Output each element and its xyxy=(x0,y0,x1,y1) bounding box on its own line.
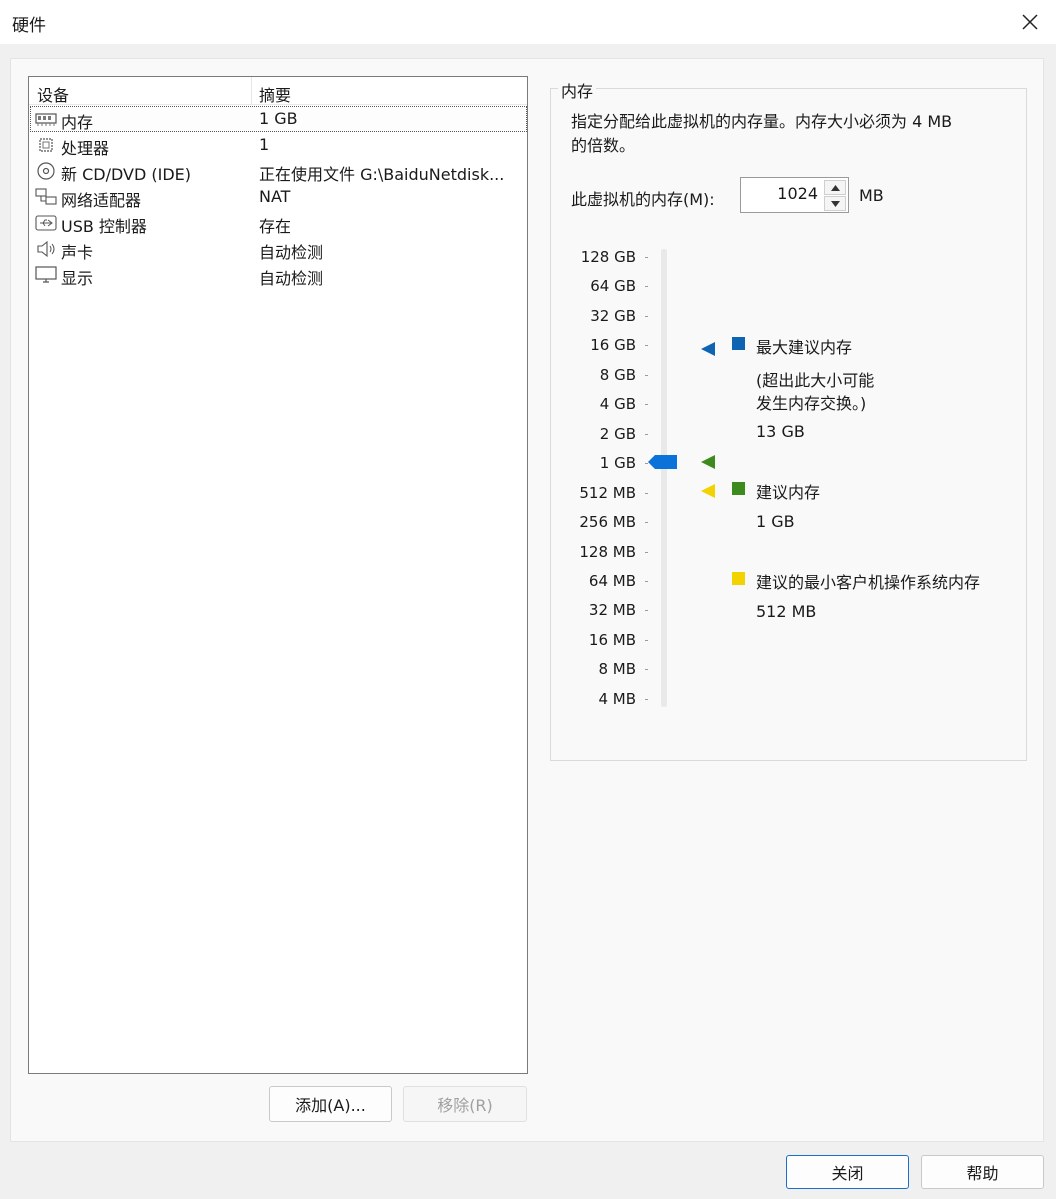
arrow-down-icon xyxy=(830,200,840,207)
device-list[interactable]: 设备 摘要 内存 1 GB 处理器 1 新 CD/DVD (IDE) 正在使用文… xyxy=(28,76,528,1074)
scale-tick-mark xyxy=(645,698,648,700)
recommended-legend-title: 建议内存 xyxy=(756,483,821,502)
device-summary: NAT xyxy=(259,187,291,206)
scale-tick-mark xyxy=(645,610,648,612)
memory-unit: MB xyxy=(859,186,884,205)
device-summary: 1 xyxy=(259,135,270,154)
scale-tick-mark xyxy=(645,404,648,406)
scale-tick-label: 8 GB xyxy=(599,365,636,384)
device-summary: 1 GB xyxy=(259,109,298,128)
scale-tick-mark xyxy=(645,286,648,288)
device-row-memory[interactable]: 内存 1 GB xyxy=(30,106,527,132)
scale-tick-label: 2 GB xyxy=(599,424,636,443)
recommended-marker-icon xyxy=(701,455,715,469)
scale-tick-label: 256 MB xyxy=(579,513,636,532)
close-window-button[interactable] xyxy=(1016,8,1044,36)
scale-tick-mark xyxy=(645,551,648,553)
device-row-cd-dvd[interactable]: 新 CD/DVD (IDE) 正在使用文件 G:\BaiduNetdisk... xyxy=(31,159,526,184)
scale-tick-label: 32 MB xyxy=(588,601,636,620)
speaker-icon xyxy=(37,240,55,258)
device-summary: 自动检测 xyxy=(259,243,324,262)
max-legend-note-2: 发生内存交换。) xyxy=(756,394,867,413)
remove-device-button[interactable]: 移除(R) xyxy=(403,1086,527,1122)
memory-value[interactable]: 1024 xyxy=(777,184,818,203)
device-row-usb[interactable]: USB 控制器 存在 xyxy=(31,211,526,236)
scale-tick-label: 64 GB xyxy=(590,277,636,296)
minimum-legend-value: 512 MB xyxy=(756,602,817,621)
scale-tick-label: 128 MB xyxy=(579,542,636,561)
scale-tick-mark xyxy=(645,433,648,435)
scale-tick-mark xyxy=(645,639,648,641)
scale-tick-mark xyxy=(645,580,648,582)
column-header-device[interactable]: 设备 xyxy=(37,82,69,106)
scale-tick-label: 4 MB xyxy=(598,689,636,708)
device-summary: 自动检测 xyxy=(259,269,324,288)
scale-tick-label: 512 MB xyxy=(579,483,636,502)
scale-tick-label: 128 GB xyxy=(580,248,636,266)
device-row-sound[interactable]: 声卡 自动检测 xyxy=(31,237,526,262)
max-legend-value: 13 GB xyxy=(756,422,805,441)
max-legend-note-1: (超出此大小可能 xyxy=(756,371,875,390)
max-legend-swatch xyxy=(732,337,745,350)
scale-tick-mark xyxy=(645,257,648,258)
device-name: 新 CD/DVD (IDE) xyxy=(61,165,191,184)
device-summary: 存在 xyxy=(259,217,292,236)
usb-icon xyxy=(35,215,57,231)
memory-slider-thumb[interactable] xyxy=(648,454,678,470)
scale-tick-label: 16 GB xyxy=(590,336,636,355)
window-title: 硬件 xyxy=(12,16,46,36)
device-name: 声卡 xyxy=(61,243,94,262)
recommended-legend-value: 1 GB xyxy=(756,512,795,531)
processor-icon xyxy=(39,138,53,152)
scale-tick-label: 1 GB xyxy=(599,454,636,473)
max-recommended-marker-icon xyxy=(701,342,715,356)
device-row-network[interactable]: 网络适配器 NAT xyxy=(31,185,526,210)
arrow-up-icon xyxy=(830,184,840,191)
scale-tick-mark xyxy=(645,669,648,671)
scale-tick-mark xyxy=(645,492,648,494)
spin-down-button[interactable] xyxy=(824,196,846,211)
device-name: 显示 xyxy=(61,269,94,288)
scale-tick-mark xyxy=(645,315,648,317)
minimum-legend-title: 建议的最小客户机操作系统内存 xyxy=(756,573,981,592)
monitor-icon xyxy=(35,266,57,283)
device-name: USB 控制器 xyxy=(61,217,147,236)
close-button[interactable]: 关闭 xyxy=(786,1155,909,1189)
memory-field-label: 此虚拟机的内存(M): xyxy=(571,190,715,209)
column-header-summary[interactable]: 摘要 xyxy=(259,82,291,106)
device-summary: 正在使用文件 G:\BaiduNetdisk... xyxy=(259,165,505,184)
cd-dvd-icon xyxy=(37,162,55,180)
scale-tick-mark xyxy=(645,345,648,347)
memory-group-title: 内存 xyxy=(558,78,597,102)
scale-tick-label: 4 GB xyxy=(599,395,636,414)
scale-tick-label: 64 MB xyxy=(588,571,636,590)
scale-tick-label: 32 GB xyxy=(590,306,636,325)
device-name: 网络适配器 xyxy=(61,191,142,210)
memory-description: 指定分配给此虚拟机的内存量。内存大小必须为 4 MB 的倍数。 xyxy=(571,112,953,155)
scale-tick-mark xyxy=(645,374,648,376)
close-icon xyxy=(1022,14,1038,30)
minimum-legend-swatch xyxy=(732,572,745,585)
max-legend-title: 最大建议内存 xyxy=(756,338,853,357)
help-button[interactable]: 帮助 xyxy=(921,1155,1044,1189)
device-row-display[interactable]: 显示 自动检测 xyxy=(31,263,526,288)
device-name: 处理器 xyxy=(61,139,110,158)
memory-spinbox[interactable]: 1024 xyxy=(740,177,849,213)
add-device-button[interactable]: 添加(A)... xyxy=(269,1086,392,1122)
scale-tick-label: 16 MB xyxy=(588,630,636,649)
memory-icon xyxy=(35,113,57,126)
device-row-processor[interactable]: 处理器 1 xyxy=(31,133,526,158)
minimum-marker-icon xyxy=(701,484,715,498)
device-list-header: 设备 摘要 xyxy=(29,77,527,105)
network-icon xyxy=(35,188,57,205)
recommended-legend-swatch xyxy=(732,482,745,495)
spin-up-button[interactable] xyxy=(824,180,846,195)
title-bar: 硬件 xyxy=(0,0,1056,44)
scale-tick-label: 8 MB xyxy=(598,660,636,679)
device-name: 内存 xyxy=(61,113,94,132)
memory-slider-track[interactable] xyxy=(661,249,667,707)
scale-tick-mark xyxy=(645,522,648,524)
